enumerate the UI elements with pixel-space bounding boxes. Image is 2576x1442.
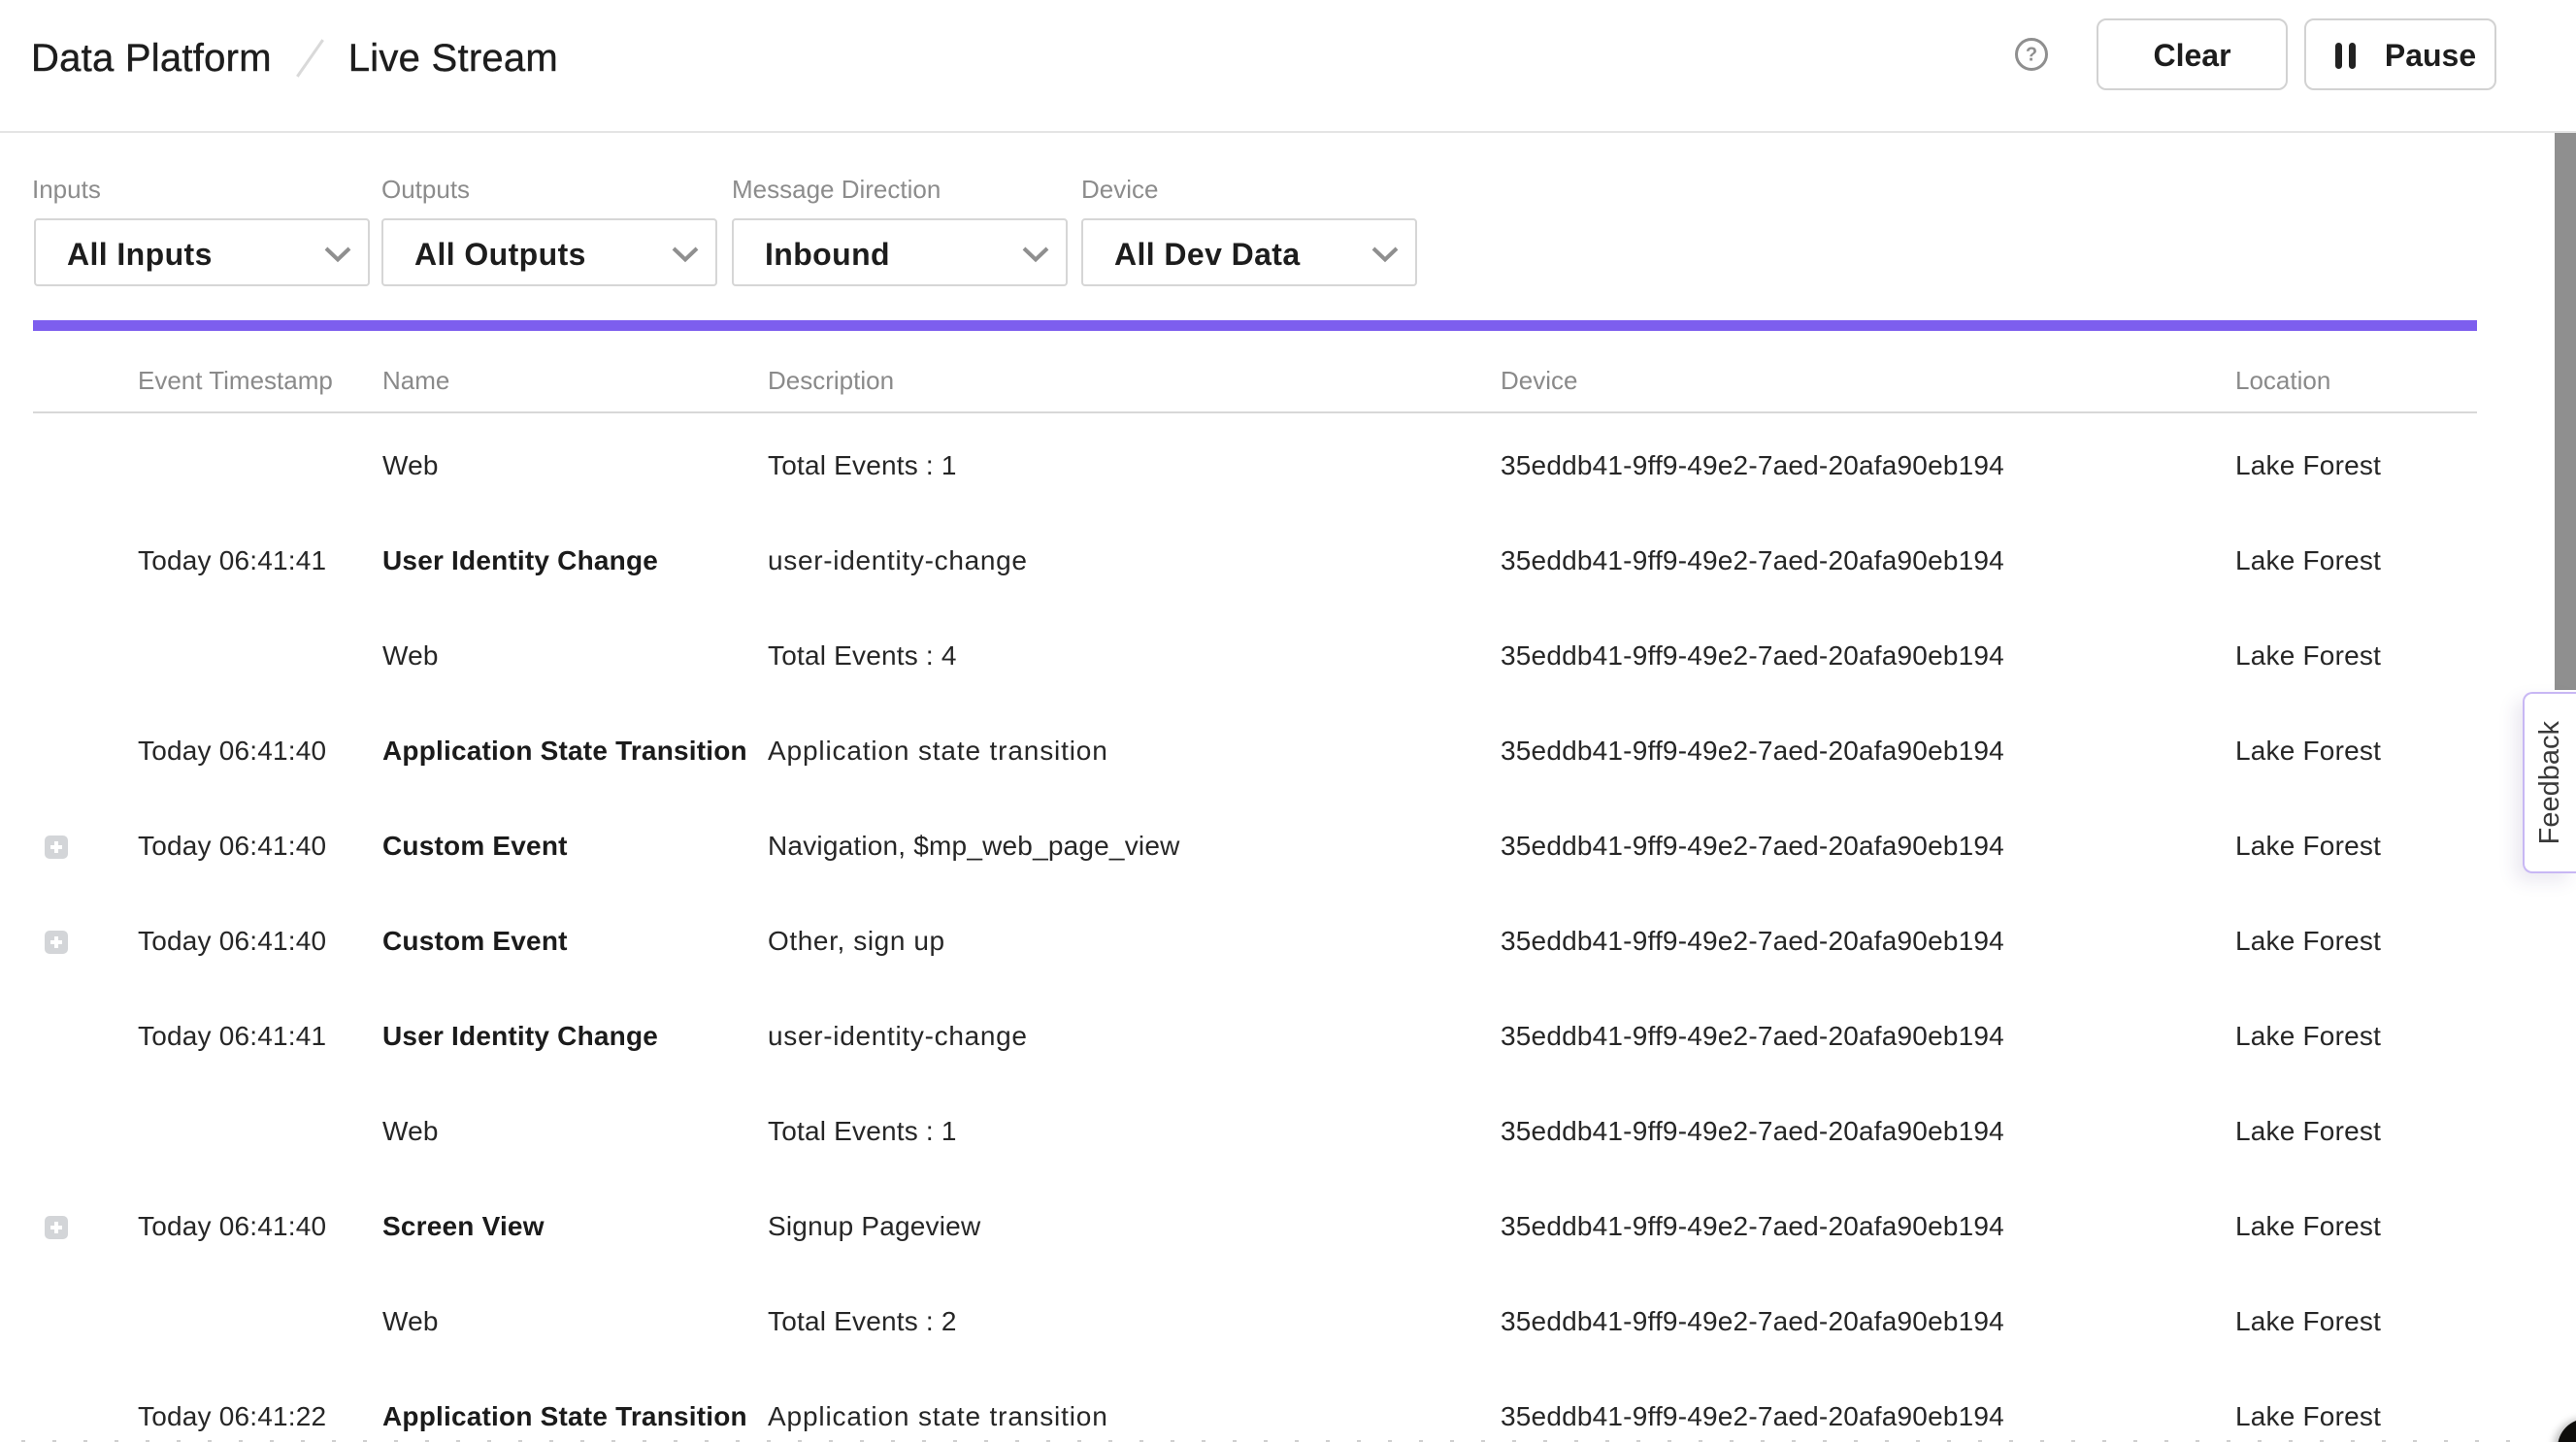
svg-text:?: ? [2026,45,2037,66]
